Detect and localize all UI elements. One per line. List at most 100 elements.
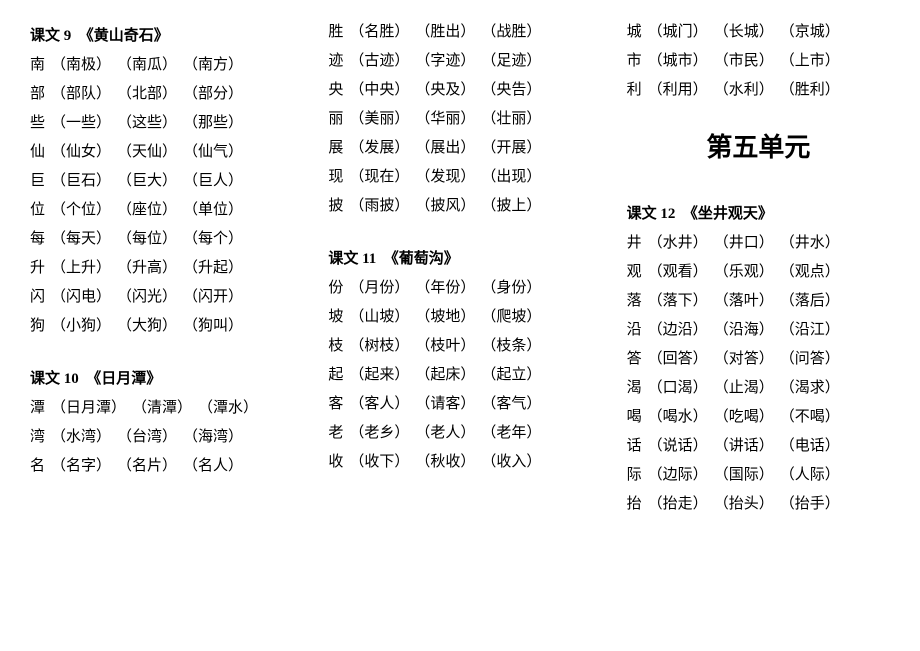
word-list: （落下）（落叶）（落后） xyxy=(642,289,840,310)
word: （口渴） xyxy=(648,376,708,397)
head-char: 渴 xyxy=(627,376,642,397)
head-char: 披 xyxy=(328,194,343,215)
word: （这些） xyxy=(117,111,177,132)
vocab-entry: 披 （雨披） （披风） （披上） xyxy=(328,194,591,215)
head-char: 话 xyxy=(627,434,642,455)
word-list: （雨披） （披风） （披上） xyxy=(343,194,541,215)
word-list: （边际）（国际）（人际） xyxy=(642,463,840,484)
word-list: （南极）（南瓜）（南方） xyxy=(45,53,243,74)
word: （京城） xyxy=(780,20,840,41)
word: （山坡） xyxy=(349,305,409,326)
head-char: 抬 xyxy=(627,492,642,513)
head-char: 答 xyxy=(627,347,642,368)
head-char: 潭 xyxy=(30,396,45,417)
word: （上市） xyxy=(780,49,840,70)
vocab-entry: 抬（抬走）（抬头）（抬手） xyxy=(627,492,890,513)
vocab-entry: 话（说话）（讲话）（电话） xyxy=(627,434,890,455)
word: （南极） xyxy=(51,53,111,74)
head-char: 客 xyxy=(328,392,343,413)
vocab-entry: 丽（美丽）（华丽）（壮丽） xyxy=(328,107,591,128)
word-list: （日月潭）（清潭）（潭水） xyxy=(45,396,258,417)
word: （战胜） xyxy=(481,20,541,41)
word-list: （水井）（井口）（井水） xyxy=(642,231,840,252)
head-char: 落 xyxy=(627,289,642,310)
vocab-entry: 老（老乡）（老人）（老年） xyxy=(328,421,591,442)
word-list: （现在）（发现）（出现） xyxy=(343,165,541,186)
vocabulary-page: 课文 9 《黄山奇石》南（南极）（南瓜）（南方）部（部队）（北部）（部分）些（一… xyxy=(30,20,890,521)
word: （披上） xyxy=(481,194,541,215)
head-char: 名 xyxy=(30,454,45,475)
word: （收入） xyxy=(481,450,541,471)
word: （老年） xyxy=(481,421,541,442)
word-list: （说话）（讲话）（电话） xyxy=(642,434,840,455)
word: （名片） xyxy=(117,454,177,475)
word-list: （收下）（秋收）（收入） xyxy=(343,450,541,471)
word: （月份） xyxy=(349,276,409,297)
word: （足迹） xyxy=(481,49,541,70)
word: （部队） xyxy=(51,82,111,103)
word: （边际） xyxy=(648,463,708,484)
word: （起床） xyxy=(415,363,475,384)
word: （壮丽） xyxy=(481,107,541,128)
vocab-entry: 喝（喝水）（吃喝）（不喝） xyxy=(627,405,890,426)
vocab-entry: 落（落下）（落叶）（落后） xyxy=(627,289,890,310)
lesson-title: 课文 11 《葡萄沟》 xyxy=(328,247,591,268)
word: （说话） xyxy=(648,434,708,455)
word: （问答） xyxy=(780,347,840,368)
vocab-entry: 湾（水湾）（台湾）（海湾） xyxy=(30,425,293,446)
word: （客人） xyxy=(349,392,409,413)
word: （止渴） xyxy=(714,376,774,397)
vocab-entry: 些（一些）（这些）（那些） xyxy=(30,111,293,132)
vocab-entry: 每（每天）（每位）（每个） xyxy=(30,227,293,248)
word: （观点） xyxy=(780,260,840,281)
word-list: （山坡）（坡地）（爬坡） xyxy=(343,305,541,326)
head-char: 迹 xyxy=(328,49,343,70)
word: （对答） xyxy=(714,347,774,368)
word: （雨披） xyxy=(349,194,409,215)
word: （古迹） xyxy=(349,49,409,70)
word: （喝水） xyxy=(648,405,708,426)
head-char: 些 xyxy=(30,111,45,132)
vocab-entry: 潭（日月潭）（清潭）（潭水） xyxy=(30,396,293,417)
word: （吃喝） xyxy=(714,405,774,426)
word-list: （发展）（展出）（开展） xyxy=(343,136,541,157)
word: （利用） xyxy=(648,78,708,99)
vocab-entry: 闪（闪电）（闪光）（闪开） xyxy=(30,285,293,306)
word: （每位） xyxy=(117,227,177,248)
word-list: （边沿）（沿海）（沿江） xyxy=(642,318,840,339)
head-char: 现 xyxy=(328,165,343,186)
head-char: 喝 xyxy=(627,405,642,426)
word: （落叶） xyxy=(714,289,774,310)
vocab-entry: 胜（名胜）（胜出）（战胜） xyxy=(328,20,591,41)
word-list: （喝水）（吃喝）（不喝） xyxy=(642,405,840,426)
word-list: （仙女）（天仙）（仙气） xyxy=(45,140,243,161)
word-list: （中央）（央及）（央告） xyxy=(343,78,541,99)
word: （城门） xyxy=(648,20,708,41)
word: （身份） xyxy=(481,276,541,297)
word: （那些） xyxy=(183,111,243,132)
word: （起立） xyxy=(481,363,541,384)
word: （披风） xyxy=(415,194,475,215)
word: （名字） xyxy=(51,454,111,475)
word: （台湾） xyxy=(117,425,177,446)
word-list: （客人）（请客）（客气） xyxy=(343,392,541,413)
word: （爬坡） xyxy=(481,305,541,326)
word: （长城） xyxy=(714,20,774,41)
word: （字迹） xyxy=(415,49,475,70)
word: （井口） xyxy=(714,231,774,252)
head-char: 收 xyxy=(328,450,343,471)
unit-title: 第五单元 xyxy=(627,127,890,164)
vocab-entry: 沿（边沿）（沿海）（沿江） xyxy=(627,318,890,339)
word: （回答） xyxy=(648,347,708,368)
word-list: （个位）（座位）（单位） xyxy=(45,198,243,219)
word: （南方） xyxy=(183,53,243,74)
word-list: （城市）（市民）（上市） xyxy=(642,49,840,70)
word: （日月潭） xyxy=(51,396,126,417)
vocab-entry: 渴（口渴）（止渴）（渴求） xyxy=(627,376,890,397)
head-char: 井 xyxy=(627,231,642,252)
word: （海湾） xyxy=(183,425,243,446)
head-char: 展 xyxy=(328,136,343,157)
word: （发展） xyxy=(349,136,409,157)
vocab-entry: 现（现在）（发现）（出现） xyxy=(328,165,591,186)
word: （狗叫） xyxy=(183,314,243,335)
